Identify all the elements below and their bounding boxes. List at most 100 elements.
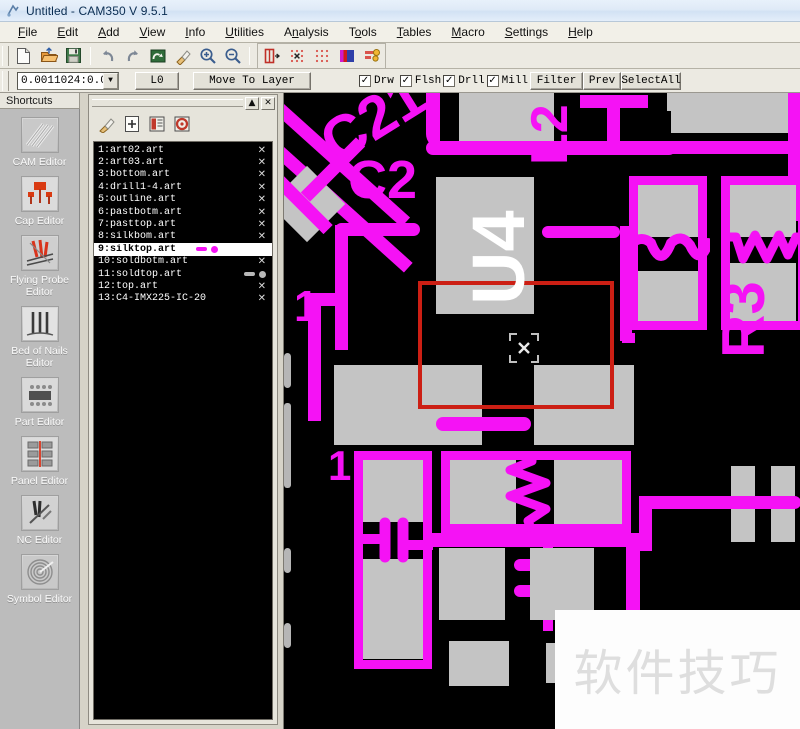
layer-row-11[interactable]: 11:soldtop.art [94,268,272,280]
layer-mark-8[interactable]: ✕ [258,231,266,242]
layer-mark-12[interactable]: ✕ [258,281,266,292]
menu-tables[interactable]: Tables [387,23,442,41]
layer-visible-dash-9[interactable] [196,247,207,252]
close-icon[interactable]: ✕ [261,96,275,110]
layer-mark-13[interactable]: ✕ [258,293,266,304]
cad-canvas[interactable]: C21 C2 1 L2 R3 U4 1 软件技巧 [283,93,800,729]
layer-settings-icon[interactable] [172,115,191,134]
menu-view[interactable]: View [129,23,175,41]
filter-drw-checkbox[interactable]: ✓ [359,74,371,87]
prev-button[interactable]: Prev [583,71,622,90]
sidebar-item-bed-of-nails-editor[interactable]: Bed of Nails Editor [0,298,79,369]
zoom-out-icon[interactable] [221,45,244,67]
layer-clear-icon[interactable] [97,115,116,134]
cam-editor-icon [20,117,59,153]
layer-mark-5[interactable]: ✕ [258,194,266,205]
layer-row-2[interactable]: 2:art03.art ✕ [94,156,272,168]
layer-row-4[interactable]: 4:drill1-4.art ✕ [94,181,272,193]
layer-name-3: 3:bottom.art [98,169,171,181]
layer-list[interactable]: 1:art02.art ✕ 2:art03.art ✕ 3:bottom.art… [93,141,273,720]
crosshair-select-icon [509,333,539,363]
silk-track-right-bottom [639,496,800,509]
layer-mark-11[interactable] [244,270,266,278]
composite-view-icon[interactable] [360,45,383,67]
layer-panel-titlebar[interactable]: ▲ ✕ [89,95,277,111]
menu-help[interactable]: Help [558,23,603,41]
redraw-icon[interactable] [146,45,169,67]
layer-add-icon[interactable] [122,115,141,134]
layer-mark-4[interactable]: ✕ [258,182,266,193]
menu-edit[interactable]: Edit [47,23,88,41]
sidebar-item-part-editor[interactable]: Part Editor [0,369,79,428]
menu-utilities[interactable]: Utilities [215,23,274,41]
layer-name-6: 6:pastbotm.art [98,206,183,218]
chevron-down-icon[interactable]: ▼ [103,72,118,89]
grid-icon[interactable] [310,45,333,67]
layer-toggle-icon[interactable] [260,45,283,67]
layer-mark-10[interactable]: ✕ [258,256,266,267]
sidebar-item-panel-editor[interactable]: Panel Editor [0,428,79,487]
layer-row-12[interactable]: 12:top.art ✕ [94,280,272,292]
layer-panel-gripper[interactable] [92,99,243,107]
layer-table-icon[interactable] [147,115,166,134]
layer-row-1[interactable]: 1:art02.art ✕ [94,144,272,156]
layer-row-10[interactable]: 10:soldbotm.art ✕ [94,256,272,268]
move-to-layer-button[interactable]: Move To Layer [193,71,311,90]
layer-row-7[interactable]: 7:pasttop.art ✕ [94,218,272,230]
menu-add[interactable]: Add [88,23,129,41]
select-all-button[interactable]: SelectAll [621,71,682,90]
open-file-icon[interactable] [37,45,60,67]
filter-flsh-checkbox[interactable]: ✓ [399,74,412,87]
menu-info[interactable]: Info [175,23,215,41]
layer-mark-6[interactable]: ✕ [258,207,266,218]
zoom-in-icon[interactable] [196,45,219,67]
layer-row-5[interactable]: 5:outline.art ✕ [94,194,272,206]
layer-row-3[interactable]: 3:bottom.art ✕ [94,169,272,181]
layer-row-6[interactable]: 6:pastbotm.art ✕ [94,206,272,218]
edit-toolbar-grip[interactable] [2,70,9,91]
filter-drll-checkbox[interactable]: ✓ [443,74,456,87]
clear-icon[interactable] [171,45,194,67]
filter-button[interactable]: Filter [530,71,584,90]
toolbar-grip[interactable] [2,45,9,66]
sidebar-item-cam-editor[interactable]: CAM Editor [0,109,79,168]
redo-icon[interactable] [121,45,144,67]
sidebar-label-panel-editor: Panel Editor [10,475,69,487]
coordinate-combo[interactable]: 0.0011024:0.0 ▼ [17,71,119,90]
grid-select-icon[interactable] [285,45,308,67]
sidebar-item-flying-probe-editor[interactable]: Flying Probe Editor [0,227,79,298]
layer-mark-3[interactable]: ✕ [258,169,266,180]
layer-row-9-selected[interactable]: 9:silktop.art [94,243,272,256]
shortcuts-sidebar: Shortcuts CAM Editor Cap Editor Flying P… [0,93,80,729]
layer-mark-7[interactable]: ✕ [258,219,266,230]
layer-mark-2[interactable]: ✕ [258,157,266,168]
pad-top-3 [671,93,791,133]
layer-color-dot-9[interactable] [211,245,218,253]
save-icon[interactable] [62,45,85,67]
collapse-icon[interactable]: ▲ [245,96,259,110]
undo-icon[interactable] [96,45,119,67]
sidebar-item-cap-editor[interactable]: Cap Editor [0,168,79,227]
layer-mark-1[interactable]: ✕ [258,145,266,156]
watermark-overlay: 软件技巧 [555,610,800,729]
menu-analysis[interactable]: Analysis [274,23,339,41]
layer-button[interactable]: L0 [135,71,179,90]
menu-file[interactable]: File [8,23,47,41]
layer-row-8[interactable]: 8:silkbom.art ✕ [94,231,272,243]
menu-settings[interactable]: Settings [495,23,558,41]
pcb-view[interactable]: C21 C2 1 L2 R3 U4 1 软件技巧 [284,93,800,729]
sidebar-item-nc-editor[interactable]: NC Editor [0,487,79,546]
filter-mill-checkbox[interactable]: ✓ [486,74,499,87]
colors-icon[interactable] [335,45,358,67]
menu-tables-rest: ables [402,25,432,39]
menu-tools[interactable]: Tools [339,23,387,41]
shortcuts-header: Shortcuts [0,93,80,109]
layer-visible-dash-11[interactable] [244,272,255,277]
menu-macro[interactable]: Macro [441,23,494,41]
new-file-icon[interactable] [12,45,35,67]
layer-mark-9[interactable] [196,245,218,253]
sidebar-item-symbol-editor[interactable]: Symbol Editor [0,546,79,605]
layer-row-13[interactable]: 13:C4-IMX225-IC-20 ✕ [94,293,272,305]
view-tools-group [257,42,386,69]
layer-color-dot-11[interactable] [259,270,266,278]
